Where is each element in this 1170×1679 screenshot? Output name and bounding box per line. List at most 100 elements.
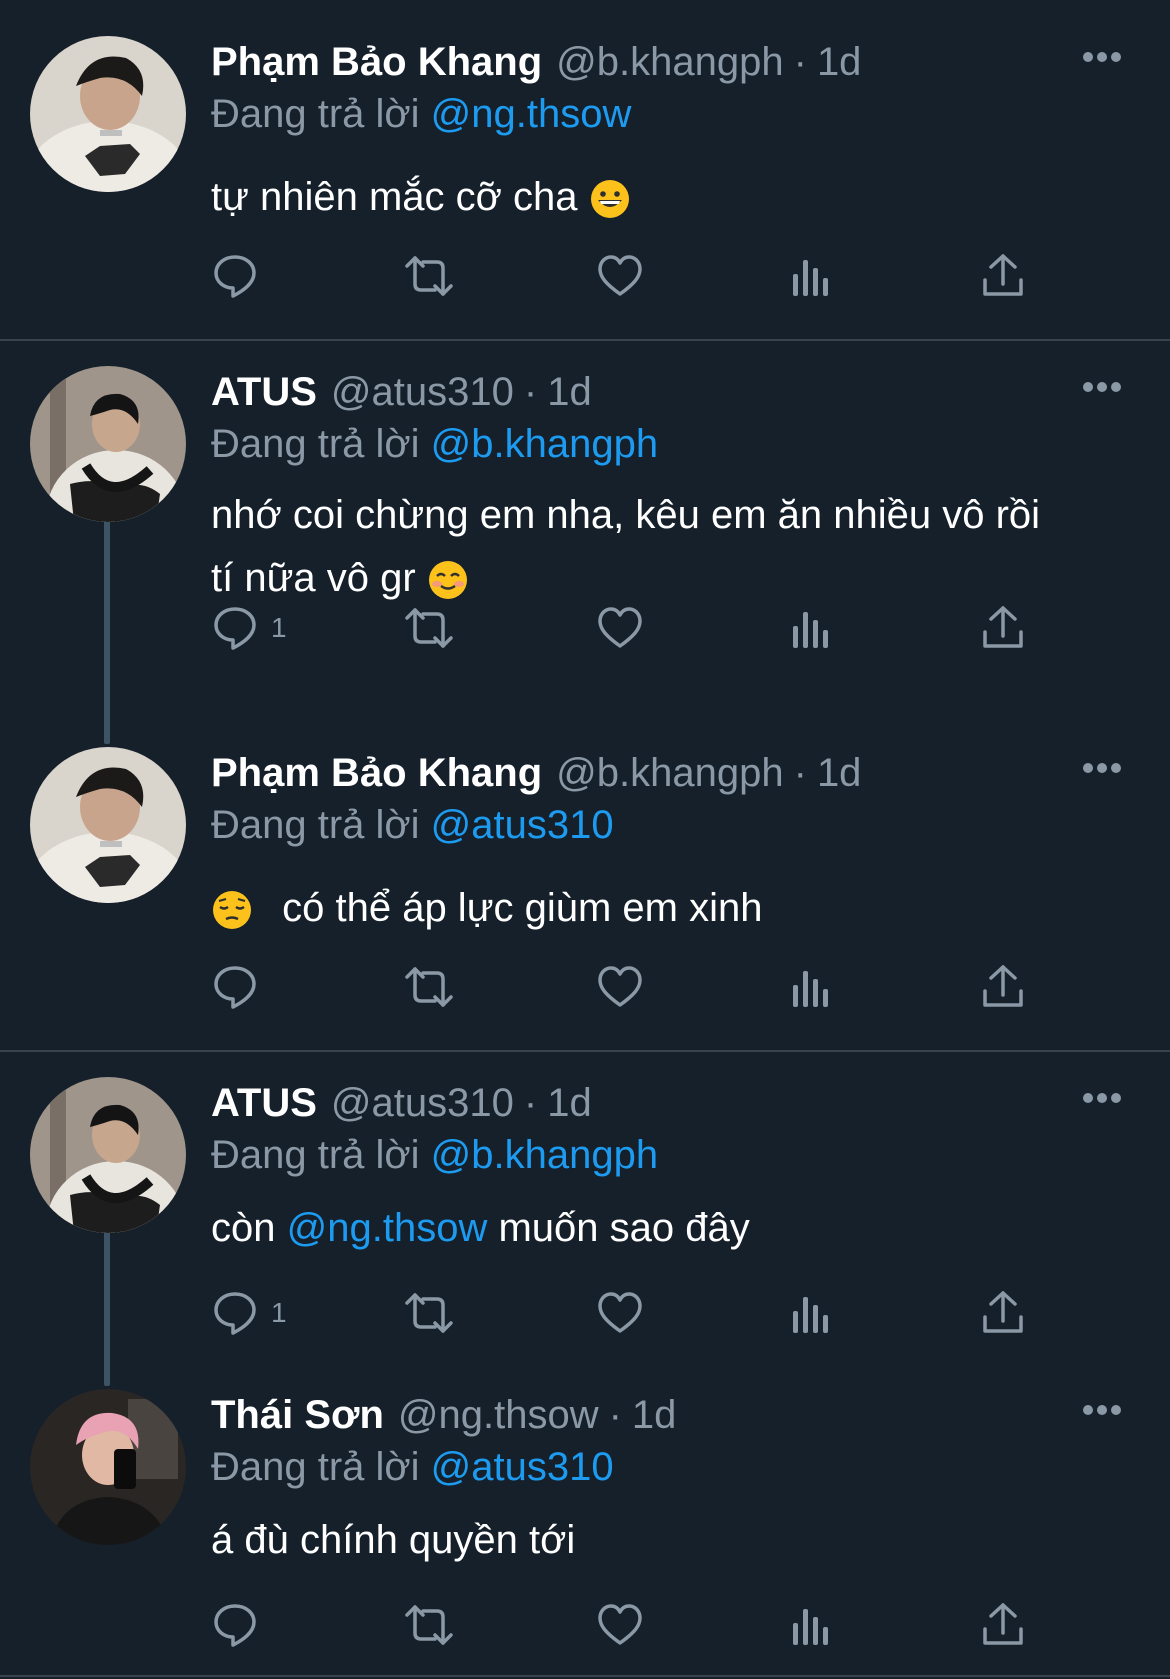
- views-button[interactable]: [789, 604, 833, 652]
- share-icon: [983, 606, 1023, 648]
- tweet[interactable]: ATUS @atus310 · 1d Đang trả lời @b.khang…: [0, 366, 1170, 696]
- share-icon: [983, 965, 1023, 1007]
- reply-button[interactable]: 1: [211, 604, 287, 652]
- reply-to-mention[interactable]: @atus310: [431, 1445, 614, 1489]
- like-button[interactable]: [596, 963, 644, 1011]
- views-button[interactable]: [789, 1601, 833, 1649]
- timestamp[interactable]: 1d: [632, 1393, 677, 1438]
- views-icon: [793, 1609, 828, 1645]
- replying-label: Đang trả lời: [211, 92, 420, 136]
- author-name[interactable]: Phạm Bảo Khang: [211, 40, 542, 85]
- author-name[interactable]: Thái Sơn: [211, 1393, 384, 1438]
- share-icon: [983, 254, 1023, 296]
- views-icon: [793, 971, 828, 1007]
- tweet[interactable]: Phạm Bảo Khang @b.khangph · 1d Đang trả …: [0, 747, 1170, 1037]
- reply-to-mention[interactable]: @atus310: [431, 803, 614, 847]
- share-button[interactable]: [981, 1289, 1025, 1337]
- share-button[interactable]: [981, 963, 1025, 1011]
- like-button[interactable]: [596, 252, 644, 300]
- reply-count: 1: [271, 612, 287, 643]
- tweet-text-content: tự nhiên mắc cỡ cha: [211, 175, 578, 219]
- reply-icon: [214, 607, 256, 650]
- replying-label: Đang trả lời: [211, 1445, 420, 1489]
- share-button[interactable]: [981, 1601, 1025, 1649]
- avatar[interactable]: [30, 1389, 186, 1545]
- author-name[interactable]: ATUS: [211, 1081, 317, 1126]
- tweet[interactable]: Thái Sơn @ng.thsow · 1d Đang trả lời @at…: [0, 1389, 1170, 1679]
- more-options-icon[interactable]: [1082, 1091, 1122, 1105]
- tweet-header: ATUS @atus310 · 1d: [211, 1081, 592, 1133]
- retweet-button[interactable]: [401, 604, 457, 652]
- reply-button[interactable]: [211, 1601, 259, 1649]
- avatar[interactable]: [30, 36, 186, 192]
- tweet[interactable]: ATUS @atus310 · 1d Đang trả lời @b.khang…: [0, 1077, 1170, 1357]
- more-options-icon[interactable]: [1082, 761, 1122, 775]
- views-button[interactable]: [789, 1289, 833, 1337]
- action-bar: 1: [211, 604, 1041, 664]
- avatar-photo: [30, 1389, 186, 1545]
- inline-mention[interactable]: @ng.thsow: [287, 1206, 488, 1250]
- author-handle[interactable]: @ng.thsow: [398, 1393, 599, 1438]
- timestamp[interactable]: 1d: [817, 40, 862, 85]
- tweet-text-content: còn: [211, 1206, 276, 1250]
- separator-dot: ·: [523, 1081, 538, 1125]
- author-handle[interactable]: @atus310: [331, 370, 514, 415]
- grinning-face-emoji: [590, 180, 629, 219]
- author-name[interactable]: Phạm Bảo Khang: [211, 751, 542, 796]
- share-button[interactable]: [981, 604, 1025, 652]
- timestamp[interactable]: 1d: [817, 751, 862, 796]
- share-button[interactable]: [981, 252, 1025, 300]
- tweet-header: Thái Sơn @ng.thsow · 1d: [211, 1393, 676, 1445]
- more-options-icon[interactable]: [1082, 380, 1122, 394]
- replying-to: Đang trả lời @atus310: [211, 803, 614, 848]
- pensive-face-emoji: [213, 891, 251, 930]
- avatar[interactable]: [30, 747, 186, 903]
- reply-icon: [214, 1292, 256, 1335]
- tweet[interactable]: Phạm Bảo Khang @b.khangph · 1d Đang trả …: [0, 36, 1170, 326]
- reply-feed: Phạm Bảo Khang @b.khangph · 1d Đang trả …: [0, 0, 1170, 1679]
- retweet-button[interactable]: [401, 1601, 457, 1649]
- retweet-button[interactable]: [401, 252, 457, 300]
- tweet-text: nhớ coi chừng em nha, kêu em ăn nhiều vô…: [211, 484, 1131, 610]
- avatar-photo: [30, 747, 186, 903]
- views-button[interactable]: [789, 963, 833, 1011]
- avatar[interactable]: [30, 366, 186, 522]
- reply-to-mention[interactable]: @b.khangph: [431, 422, 658, 466]
- reply-button[interactable]: [211, 252, 259, 300]
- retweet-icon: [405, 608, 453, 648]
- tweet-text: có thể áp lực giùm em xinh: [211, 877, 1131, 940]
- author-name[interactable]: ATUS: [211, 370, 317, 415]
- like-button[interactable]: [596, 1289, 644, 1337]
- author-handle[interactable]: @atus310: [331, 1081, 514, 1126]
- action-bar: 1: [211, 1289, 1041, 1349]
- timestamp[interactable]: 1d: [547, 370, 592, 415]
- reply-to-mention[interactable]: @b.khangph: [431, 1133, 658, 1177]
- reply-to-mention[interactable]: @ng.thsow: [431, 92, 632, 136]
- divider: [0, 1675, 1170, 1677]
- avatar[interactable]: [30, 1077, 186, 1233]
- author-handle[interactable]: @b.khangph: [556, 751, 783, 796]
- views-icon: [793, 612, 828, 648]
- replying-label: Đang trả lời: [211, 1133, 420, 1177]
- reply-count: 1: [271, 1297, 287, 1328]
- share-icon: [983, 1291, 1023, 1333]
- tweet-header: Phạm Bảo Khang @b.khangph · 1d: [211, 40, 861, 92]
- retweet-button[interactable]: [401, 963, 457, 1011]
- views-button[interactable]: [789, 252, 833, 300]
- like-icon: [598, 607, 642, 648]
- more-options-icon[interactable]: [1082, 50, 1122, 64]
- more-options-icon[interactable]: [1082, 1403, 1122, 1417]
- reply-button[interactable]: [211, 963, 259, 1011]
- retweet-icon: [405, 1605, 453, 1645]
- divider: [0, 1050, 1170, 1052]
- like-button[interactable]: [596, 1601, 644, 1649]
- views-icon: [793, 1297, 828, 1333]
- timestamp[interactable]: 1d: [547, 1081, 592, 1126]
- retweet-button[interactable]: [401, 1289, 457, 1337]
- reply-icon: [214, 966, 256, 1009]
- like-button[interactable]: [596, 604, 644, 652]
- retweet-icon: [405, 967, 453, 1007]
- author-handle[interactable]: @b.khangph: [556, 40, 783, 85]
- separator-dot: ·: [793, 40, 807, 84]
- reply-button[interactable]: 1: [211, 1289, 287, 1337]
